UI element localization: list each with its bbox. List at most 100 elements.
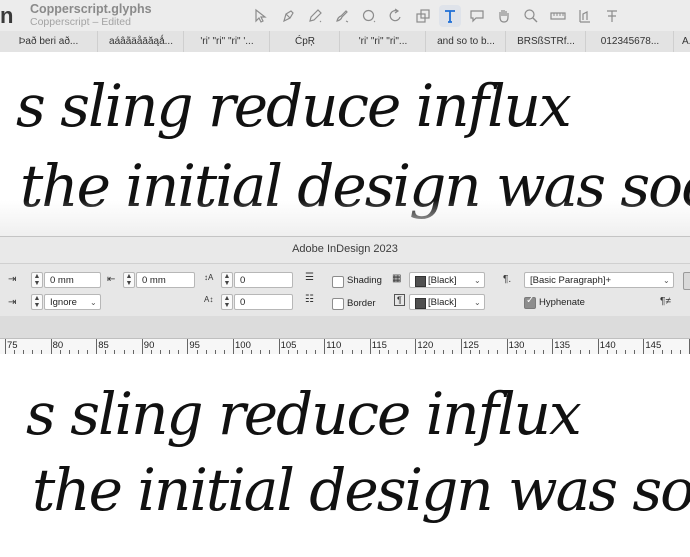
document-subtitle: Copperscript – Edited	[30, 16, 131, 28]
ruler-major-tick	[597, 339, 599, 354]
shading-checkbox[interactable]	[332, 276, 344, 288]
paragraph-style-value: [Basic Paragraph]+	[530, 275, 612, 286]
tab-4[interactable]: ĆpŖ	[269, 31, 340, 52]
indesign-document-page[interactable]: s sling reduce influx the initial design…	[0, 354, 690, 557]
left-indent-stepper[interactable]: ▲ ▼	[31, 272, 43, 288]
brush-tool-icon[interactable]	[331, 5, 353, 27]
ruler-major-tick	[461, 339, 462, 354]
ruler-major-tick	[96, 339, 98, 354]
tab-5[interactable]: 'ri' "ri" "ri"...	[339, 31, 426, 52]
ruler-major-tick	[324, 339, 326, 354]
shading-color-dropdown[interactable]: [Black] ⌄	[409, 272, 485, 288]
space-before-stepper[interactable]: ▲ ▼	[221, 272, 233, 288]
clipped-glyph: ‘	[0, 52, 3, 57]
space-before-field[interactable]: 0	[234, 272, 293, 288]
tab-9[interactable]: A...	[673, 31, 690, 52]
text-tool-icon[interactable]	[439, 5, 461, 27]
glyphs-tab-bar: Það beri að... aáâãäåāăąǻ... 'ri' "ri" "…	[0, 31, 690, 53]
pasteboard-strip	[0, 316, 690, 338]
ruler-label: 95	[189, 340, 200, 351]
left-indent-icon: ⇥	[8, 274, 17, 285]
align-to-grid-dropdown[interactable]: Ignore ⌄	[44, 294, 101, 310]
document-title: Copperscript.glyphs	[30, 2, 152, 16]
ruler-label: 85	[98, 340, 109, 351]
space-after-stepper[interactable]: ▲ ▼	[221, 294, 233, 310]
tab-6[interactable]: and so to b...	[425, 31, 506, 52]
primitives-tool-icon[interactable]	[358, 5, 380, 27]
pencil-tool-icon[interactable]	[304, 5, 326, 27]
shading-swatch	[415, 276, 426, 287]
hyphenate-checkbox[interactable]	[524, 295, 536, 309]
measure-tool-icon[interactable]	[547, 5, 569, 27]
glyphs-toolbar	[250, 5, 623, 27]
hyphenate-label: Hyphenate	[539, 297, 585, 308]
ruler-major-tick	[50, 339, 52, 354]
chevron-down-icon: ⌄	[474, 276, 481, 285]
tab-3[interactable]: 'ri' "ri" "ri" '...	[183, 31, 270, 52]
select-tool-icon[interactable]	[250, 5, 272, 27]
space-after-icon: A↕	[204, 295, 214, 304]
border-color-value: [Black]	[428, 297, 457, 308]
ruler-major-tick	[643, 339, 645, 354]
ruler-label: 90	[143, 340, 155, 351]
tab-8[interactable]: 012345678...	[585, 31, 674, 52]
rotate-tool-icon[interactable]	[385, 5, 407, 27]
ruler-major-tick	[415, 339, 417, 354]
right-indent-stepper[interactable]: ▲ ▼	[123, 272, 135, 288]
ruler-major-tick	[278, 339, 280, 354]
scale-tool-icon[interactable]	[412, 5, 434, 27]
ruler-label: 80	[52, 340, 64, 351]
tab-7[interactable]: BRSßSTRf...	[505, 31, 586, 52]
numbering-icon[interactable]: ☷	[305, 294, 314, 305]
hint-tool-icon[interactable]	[601, 5, 623, 27]
chevron-down-icon: ⌄	[474, 298, 481, 307]
horizontal-ruler[interactable]: 75 80 85 90 95 100 105 110 115 120 125 130 135 140 145…	[0, 338, 690, 355]
indesign-window: Adobe InDesign 2023 ⇥ ▲ ▼ 0 mm ⇤ ▲ ▼ 0 mm …	[0, 236, 690, 355]
space-before-icon: ↕A	[204, 273, 214, 282]
right-indent-field[interactable]: 0 mm	[136, 272, 195, 288]
pilcrow-icon[interactable]: ¶≠	[660, 296, 671, 307]
shading-color-value: [Black]	[428, 275, 457, 286]
ruler-major-tick	[506, 339, 508, 354]
align-to-grid-value: Ignore	[50, 297, 77, 308]
border-label: Border	[347, 298, 376, 309]
panel-menu-button[interactable]	[683, 272, 690, 290]
align-grid-stepper[interactable]: ▲ ▼	[31, 294, 43, 310]
document-text-line-2: the initial design was soon	[32, 456, 690, 524]
glyphs-titlebar: n Copperscript.glyphs Copperscript – Edi…	[0, 0, 690, 32]
shading-label: Shading	[347, 275, 382, 286]
border-swatch	[415, 298, 426, 309]
bullets-icon[interactable]: ☰	[305, 272, 314, 283]
border-color-dropdown[interactable]: [Black] ⌄	[409, 294, 485, 310]
ruler-major-tick	[5, 339, 6, 354]
ruler-major-tick	[187, 339, 189, 354]
ruler-major-tick	[141, 339, 143, 354]
paragraph-style-dropdown[interactable]: [Basic Paragraph]+ ⌄	[524, 272, 674, 288]
window-title: Adobe InDesign 2023	[292, 243, 398, 255]
border-settings-icon[interactable]: ¶	[394, 294, 405, 306]
border-checkbox[interactable]	[332, 298, 344, 310]
chevron-down-icon: ⌄	[90, 298, 97, 307]
zoom-tool-icon[interactable]	[520, 5, 542, 27]
indesign-titlebar: Adobe InDesign 2023	[0, 237, 690, 264]
space-after-field[interactable]: 0	[234, 294, 293, 310]
ruler-major-tick	[369, 339, 371, 354]
first-line-indent-icon: ⇥	[8, 297, 17, 308]
ruler-major-tick	[233, 339, 234, 354]
annotation-tool-icon[interactable]	[466, 5, 488, 27]
draw-tool-icon[interactable]	[277, 5, 299, 27]
preview-fade	[0, 200, 690, 236]
sidebearing-tool-icon[interactable]	[574, 5, 596, 27]
left-indent-field[interactable]: 0 mm	[44, 272, 101, 288]
chevron-down-icon: ⌄	[663, 276, 670, 285]
shading-settings-icon[interactable]: ▦	[392, 273, 401, 284]
ruler-label: 75	[7, 340, 18, 351]
right-indent-icon: ⇤	[107, 274, 116, 285]
preview-text-line-1: s sling reduce influx	[16, 72, 572, 140]
ruler-major-tick	[552, 339, 554, 354]
document-text-line-1: s sling reduce influx	[26, 380, 582, 448]
tab-1[interactable]: Það beri að...	[0, 31, 97, 52]
tab-2[interactable]: aáâãäåāăąǻ...	[97, 31, 184, 52]
app-icon: n	[0, 3, 13, 28]
hand-tool-icon[interactable]	[493, 5, 515, 27]
